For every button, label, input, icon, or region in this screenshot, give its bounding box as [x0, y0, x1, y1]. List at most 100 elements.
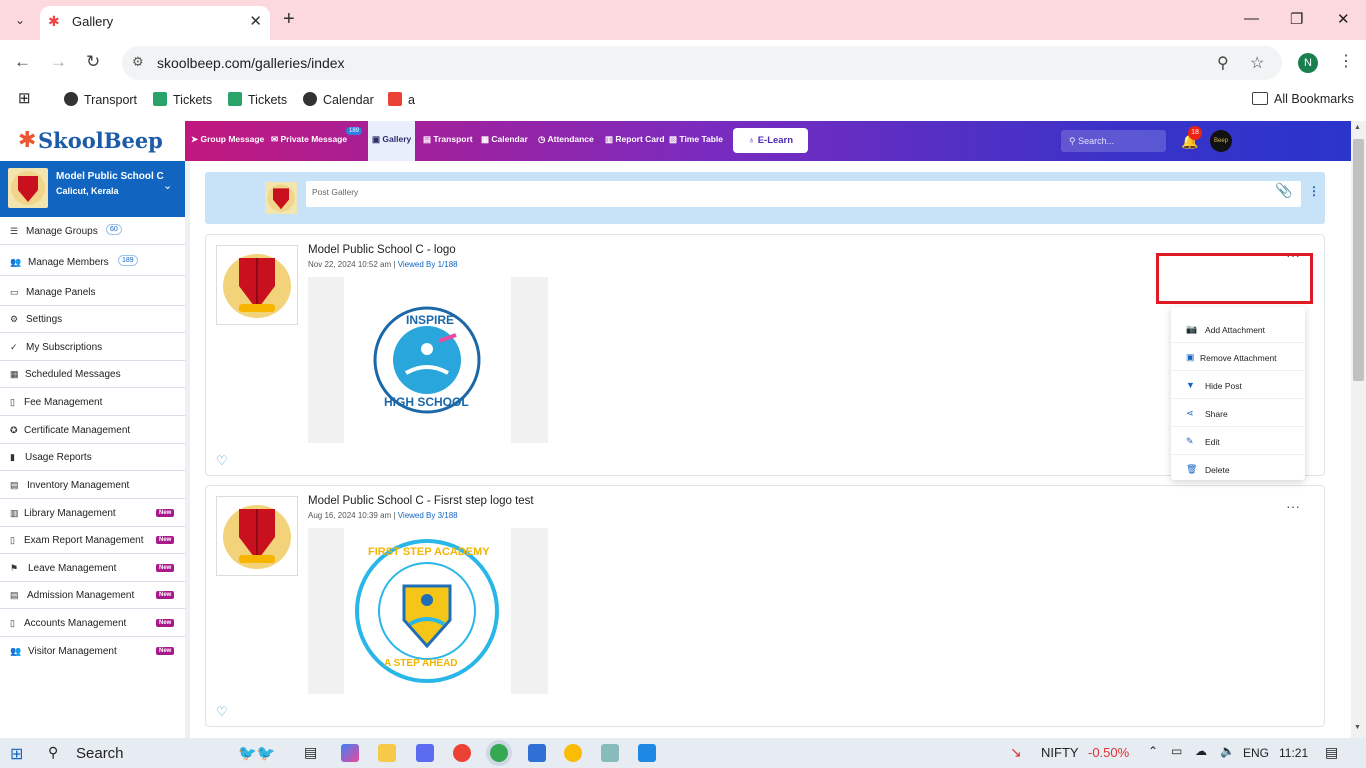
nav-group-message[interactable]: ➤ Group Message: [191, 134, 264, 145]
apps-grid-icon[interactable]: ⊞: [18, 89, 31, 107]
address-bar[interactable]: ⚙ skoolbeep.com/galleries/index ⚲ ☆: [122, 46, 1282, 80]
sidebar-item-usage-reports[interactable]: ▮ Usage Reports: [0, 444, 185, 471]
sidebar-item-settings[interactable]: ⚙ Settings: [0, 306, 185, 333]
globe-icon: [303, 92, 317, 106]
post-gallery-input[interactable]: Post Gallery: [306, 181, 1301, 207]
sidebar-item-library-management[interactable]: ▥ Library Management New: [0, 500, 185, 527]
post-image[interactable]: FIRST STEP ACADEMY A STEP AHEAD: [308, 528, 548, 694]
menu-share[interactable]: ⋖ Share: [1171, 399, 1305, 427]
back-button[interactable]: ←: [14, 52, 31, 72]
close-window-button[interactable]: ✕: [1337, 10, 1350, 28]
bookmark-transport[interactable]: Transport: [64, 92, 137, 107]
elearn-button[interactable]: ♁ E-Learn: [733, 128, 808, 153]
app-logo[interactable]: ✱ SkoolBeep: [0, 121, 185, 161]
chrome-active-icon[interactable]: [490, 744, 508, 762]
scroll-thumb[interactable]: [1353, 139, 1364, 381]
language-indicator[interactable]: ENG: [1243, 746, 1269, 760]
forward-button[interactable]: →: [50, 52, 67, 72]
notepad-icon[interactable]: [528, 744, 546, 762]
sidebar-item-manage-groups[interactable]: ☰ Manage Groups 60: [0, 218, 185, 245]
copilot-icon[interactable]: [341, 744, 359, 762]
composer-more-icon[interactable]: ⋮: [1308, 184, 1320, 198]
search-input[interactable]: ⚲ Search...: [1061, 130, 1166, 152]
viewed-by-link[interactable]: Viewed By 1/188: [398, 260, 458, 269]
nav-transport[interactable]: ▤ Transport: [423, 134, 473, 145]
school-switcher[interactable]: Model Public School C Calicut, Kerala ⌄: [0, 161, 185, 217]
bookmark-tickets-1[interactable]: Tickets: [153, 92, 212, 107]
sidebar-item-leave-management[interactable]: ⚑ Leave Management New: [0, 555, 185, 582]
post-image[interactable]: INSPIRE HIGH SCHOOL: [308, 277, 548, 443]
clock-time[interactable]: 11:21: [1279, 746, 1308, 760]
sidebar-item-fee-management[interactable]: ▯ Fee Management: [0, 389, 185, 416]
reload-button[interactable]: ↻: [86, 52, 100, 72]
sidebar-item-admission-management[interactable]: ▤ Admission Management New: [0, 582, 185, 609]
sidebar-item-visitor-management[interactable]: 👥 Visitor Management New: [0, 638, 185, 665]
nav-report-card[interactable]: ▥ Report Card: [605, 134, 665, 145]
ticker-name[interactable]: NIFTY: [1041, 745, 1079, 760]
sidebar-item-scheduled-messages[interactable]: ▦ Scheduled Messages: [0, 361, 185, 388]
viewed-by-link[interactable]: Viewed By 3/188: [398, 511, 458, 520]
sidebar-item-certificate-management[interactable]: ✪ Certificate Management: [0, 417, 185, 444]
page-scrollbar[interactable]: ▲ ▼: [1351, 121, 1366, 738]
menu-remove-attachment[interactable]: ▣ Remove Attachment: [1171, 343, 1305, 371]
sidebar-item-manage-members[interactable]: 👥 Manage Members 189: [0, 249, 185, 276]
tab-close-icon[interactable]: ✕: [249, 12, 262, 30]
image-icon: ▣: [372, 134, 383, 144]
site-info-icon[interactable]: ⚙: [132, 54, 144, 70]
all-bookmarks[interactable]: All Bookmarks: [1252, 92, 1354, 106]
menu-add-attachment[interactable]: 📷 Add Attachment: [1171, 315, 1305, 343]
paint-icon[interactable]: [601, 744, 619, 762]
file-explorer-icon[interactable]: [378, 744, 396, 762]
network-icon[interactable]: ▭: [1171, 744, 1182, 758]
notifications-icon[interactable]: ▤: [1325, 744, 1338, 761]
chevron-up-icon[interactable]: ⌃: [1148, 744, 1158, 758]
browser-tab[interactable]: ✱ Gallery ✕: [40, 6, 270, 40]
sidebar-item-inventory-management[interactable]: ▤ Inventory Management: [0, 472, 185, 499]
sidebar-item-exam-report-management[interactable]: ▯ Exam Report Management New: [0, 527, 185, 554]
tab-search-menu[interactable]: ⌄: [8, 8, 32, 32]
scroll-down-arrow-icon[interactable]: ▼: [1354, 724, 1361, 731]
like-heart-icon[interactable]: ♡: [216, 453, 228, 469]
photos-icon[interactable]: [638, 744, 656, 762]
nav-private-message[interactable]: ✉ Private Message: [271, 134, 347, 145]
birds-widget-icon[interactable]: 🐦🐦: [238, 744, 275, 762]
bookmark-calendar[interactable]: Calendar: [303, 92, 374, 107]
volume-icon[interactable]: 🔈: [1220, 744, 1235, 758]
store-icon[interactable]: [416, 744, 434, 762]
sidebar-item-label: Exam Report Management: [24, 535, 144, 546]
windows-start-icon[interactable]: ⊞: [10, 744, 23, 764]
sidebar-item-my-subscriptions[interactable]: ✓ My Subscriptions: [0, 334, 185, 361]
bookmark-tickets-2[interactable]: Tickets: [228, 92, 287, 107]
chrome-icon[interactable]: [453, 744, 471, 762]
nav-time-table[interactable]: ▧ Time Table: [669, 134, 723, 145]
nav-calendar[interactable]: ▦ Calendar: [481, 134, 528, 145]
zoom-icon[interactable]: ⚲: [1217, 53, 1229, 73]
taskbar-search[interactable]: Search: [76, 745, 124, 762]
post-title: Model Public School C - Fisrst step logo…: [308, 495, 534, 507]
bookmark-gmail[interactable]: a: [388, 92, 415, 107]
new-badge: New: [156, 619, 175, 627]
scroll-up-arrow-icon[interactable]: ▲: [1354, 124, 1361, 131]
minimize-button[interactable]: —: [1244, 10, 1259, 27]
nav-attendance[interactable]: ◷ Attendance: [538, 134, 594, 145]
cloud-icon[interactable]: ☁: [1195, 744, 1207, 758]
chrome-profile-icon[interactable]: [564, 744, 582, 762]
like-heart-icon[interactable]: ♡: [216, 704, 228, 720]
browser-menu-icon[interactable]: ⋮: [1338, 51, 1354, 71]
bookmark-star-icon[interactable]: ☆: [1250, 53, 1264, 73]
task-view-icon[interactable]: ▤: [304, 744, 317, 761]
profile-avatar[interactable]: N: [1298, 53, 1318, 73]
restore-button[interactable]: ❐: [1290, 10, 1303, 28]
sidebar-item-accounts-management[interactable]: ▯ Accounts Management New: [0, 610, 185, 637]
new-badge: New: [156, 591, 175, 599]
taskbar-search-icon[interactable]: ⚲: [48, 744, 58, 761]
post-more-icon[interactable]: ···: [1286, 498, 1300, 514]
user-avatar[interactable]: Beep: [1210, 130, 1232, 152]
menu-delete[interactable]: 🗑 Delete: [1171, 455, 1305, 483]
paperclip-icon[interactable]: 📎: [1275, 182, 1292, 199]
menu-edit[interactable]: ✎ Edit: [1171, 427, 1305, 455]
nav-gallery[interactable]: ▣ Gallery: [368, 121, 416, 161]
new-tab-button[interactable]: +: [283, 9, 295, 29]
sidebar-item-manage-panels[interactable]: ▭ Manage Panels: [0, 279, 185, 306]
menu-hide-post[interactable]: ▼ Hide Post: [1171, 371, 1305, 399]
